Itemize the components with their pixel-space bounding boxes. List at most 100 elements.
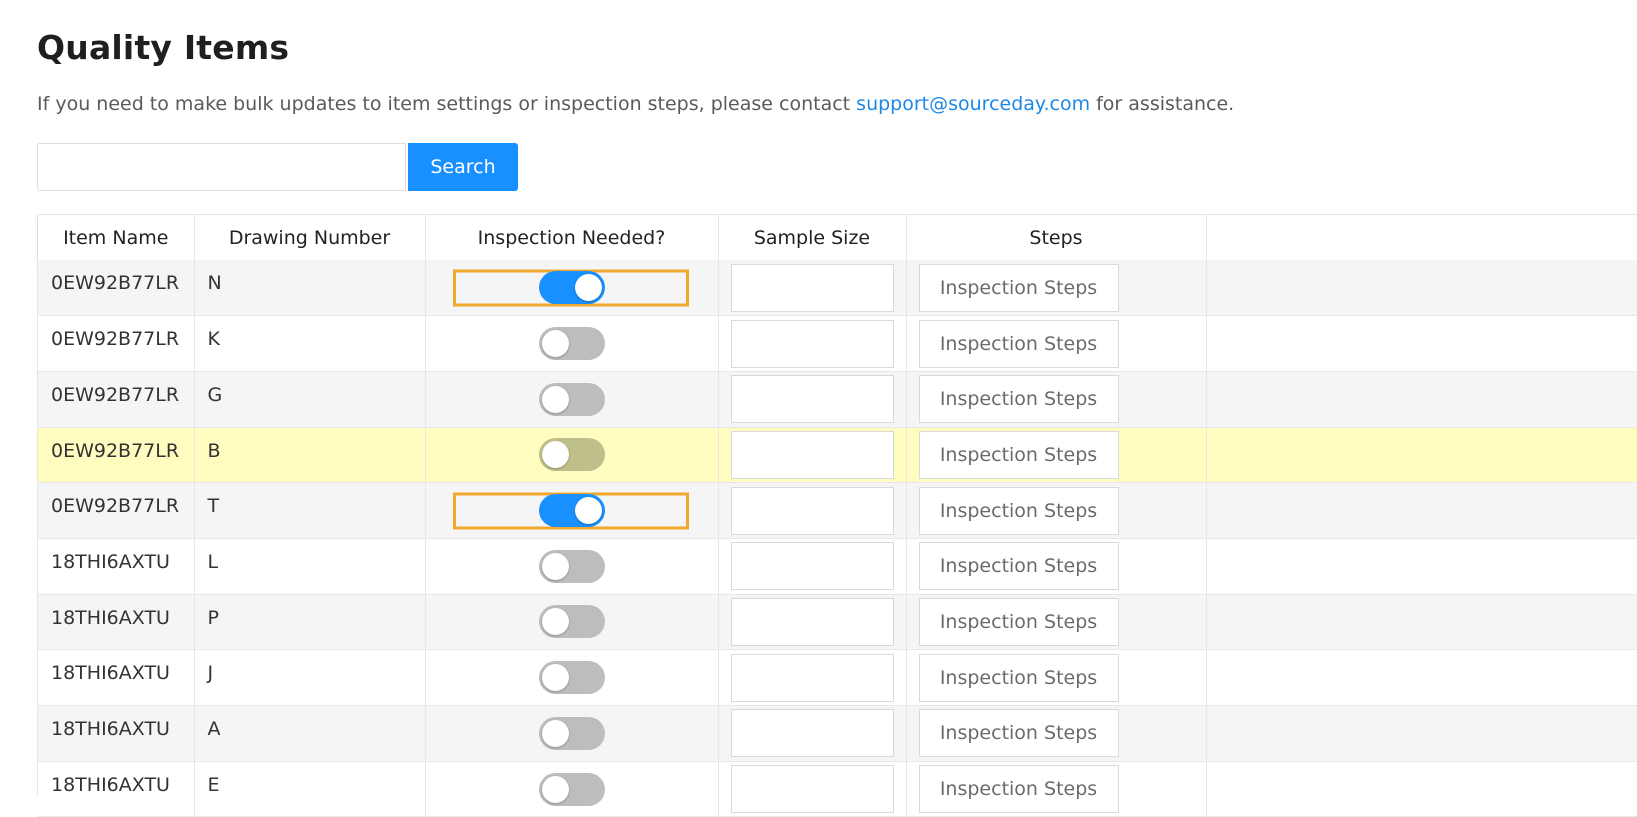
- inspection-needed-cell: [425, 427, 719, 483]
- sample-size-input[interactable]: [730, 375, 894, 424]
- inspection-needed-toggle[interactable]: [538, 271, 605, 305]
- inspection-needed-toggle[interactable]: [538, 549, 605, 583]
- sample-size-cell: [718, 705, 907, 762]
- sample-size-cell: [718, 427, 907, 483]
- inspection-steps-button[interactable]: Inspection Steps: [918, 319, 1119, 368]
- table-row: 0EW92B77LR G Inspection Steps: [38, 371, 1637, 428]
- table-row: 0EW92B77LR T Inspection Steps: [38, 482, 1637, 539]
- table-row: 18THI6AXTU P Inspection Steps: [38, 594, 1637, 650]
- inspection-needed-cell: [425, 482, 719, 539]
- inspection-steps-button[interactable]: Inspection Steps: [918, 430, 1119, 479]
- header-sample-size: Sample Size: [718, 215, 907, 260]
- inspection-needed-toggle[interactable]: [538, 772, 605, 806]
- spacer-cell: [1206, 594, 1637, 650]
- inspection-steps-button[interactable]: Inspection Steps: [918, 263, 1119, 312]
- item-name-cell: 0EW92B77LR: [38, 371, 195, 428]
- inspection-steps-button[interactable]: Inspection Steps: [918, 709, 1119, 758]
- quality-items-table: Item Name Drawing Number Inspection Need…: [37, 214, 1637, 817]
- steps-cell: Inspection Steps: [906, 315, 1207, 372]
- spacer-cell: [1206, 761, 1637, 817]
- search-input[interactable]: [37, 143, 406, 191]
- drawing-number-cell: P: [194, 594, 426, 650]
- spacer-cell: [1206, 427, 1637, 483]
- toggle-knob: [541, 664, 569, 692]
- table-row: 0EW92B77LR N Inspection Steps: [38, 260, 1637, 316]
- inspection-steps-button[interactable]: Inspection Steps: [918, 486, 1119, 535]
- table-row: 18THI6AXTU E Inspection Steps: [38, 761, 1637, 817]
- sample-size-input[interactable]: [730, 542, 894, 591]
- steps-cell: Inspection Steps: [906, 594, 1207, 650]
- toggle-knob: [541, 385, 569, 413]
- drawing-number-cell: G: [194, 371, 426, 428]
- sample-size-input[interactable]: [730, 653, 894, 702]
- drawing-number-cell: T: [194, 482, 426, 539]
- search-button[interactable]: Search: [408, 143, 518, 191]
- item-name-cell: 0EW92B77LR: [38, 260, 195, 316]
- header-spacer: [1206, 215, 1637, 260]
- header-drawing-number: Drawing Number: [194, 215, 426, 260]
- sample-size-input[interactable]: [730, 597, 894, 646]
- inspection-steps-button[interactable]: Inspection Steps: [918, 375, 1119, 424]
- inspection-needed-cell: [425, 538, 719, 595]
- sample-size-input[interactable]: [730, 319, 894, 368]
- steps-cell: Inspection Steps: [906, 761, 1207, 817]
- sample-size-cell: [718, 315, 907, 372]
- inspection-needed-toggle[interactable]: [538, 716, 605, 750]
- table-row: 18THI6AXTU L Inspection Steps: [38, 538, 1637, 595]
- sample-size-input[interactable]: [730, 709, 894, 758]
- drawing-number-cell: B: [194, 427, 426, 483]
- toggle-knob: [541, 552, 569, 580]
- steps-cell: Inspection Steps: [906, 260, 1207, 316]
- drawing-number-cell: K: [194, 315, 426, 372]
- sample-size-cell: [718, 260, 907, 316]
- sample-size-input[interactable]: [730, 430, 894, 479]
- spacer-cell: [1206, 706, 1637, 762]
- inspection-steps-button[interactable]: Inspection Steps: [918, 597, 1119, 646]
- sample-size-input[interactable]: [730, 765, 894, 814]
- item-name-cell: 18THI6AXTU: [38, 649, 195, 706]
- spacer-cell: [1206, 316, 1637, 372]
- inspection-steps-button[interactable]: Inspection Steps: [918, 765, 1119, 814]
- toggle-knob: [541, 608, 569, 636]
- toggle-knob: [541, 719, 569, 747]
- intro-text-after: for assistance.: [1090, 93, 1235, 115]
- intro-text: If you need to make bulk updates to item…: [37, 93, 1234, 115]
- sample-size-input[interactable]: [730, 263, 894, 312]
- page-title: Quality Items: [37, 28, 290, 67]
- item-name-cell: 0EW92B77LR: [38, 482, 195, 539]
- inspection-needed-toggle[interactable]: [538, 327, 605, 361]
- toggle-knob: [541, 330, 569, 358]
- inspection-needed-cell: [425, 705, 719, 762]
- inspection-steps-button[interactable]: Inspection Steps: [918, 542, 1119, 591]
- steps-cell: Inspection Steps: [906, 649, 1207, 706]
- steps-cell: Inspection Steps: [906, 371, 1207, 428]
- item-name-cell: 18THI6AXTU: [38, 538, 195, 595]
- inspection-needed-toggle[interactable]: [538, 605, 605, 639]
- item-name-cell: 18THI6AXTU: [38, 594, 195, 650]
- table-header-row: Item Name Drawing Number Inspection Need…: [38, 215, 1637, 260]
- inspection-steps-button[interactable]: Inspection Steps: [918, 653, 1119, 702]
- inspection-needed-toggle[interactable]: [538, 382, 605, 416]
- spacer-cell: [1206, 538, 1637, 594]
- drawing-number-cell: N: [194, 260, 426, 316]
- sample-size-cell: [718, 482, 907, 539]
- header-inspection-needed: Inspection Needed?: [425, 215, 719, 260]
- inspection-needed-toggle[interactable]: [538, 494, 605, 528]
- steps-cell: Inspection Steps: [906, 482, 1207, 539]
- intro-text-before: If you need to make bulk updates to item…: [37, 93, 857, 115]
- table-row: 18THI6AXTU A Inspection Steps: [38, 705, 1637, 762]
- sample-size-cell: [718, 371, 907, 428]
- spacer-cell: [1206, 260, 1637, 316]
- header-item-name: Item Name: [38, 215, 195, 260]
- toggle-knob: [541, 775, 569, 803]
- toggle-knob: [541, 441, 569, 469]
- inspection-needed-toggle[interactable]: [538, 438, 605, 472]
- sample-size-input[interactable]: [730, 486, 894, 535]
- inspection-needed-toggle[interactable]: [538, 661, 605, 695]
- drawing-number-cell: L: [194, 538, 426, 595]
- support-email-link[interactable]: support@sourceday.com: [856, 93, 1090, 115]
- inspection-needed-cell: [425, 315, 719, 372]
- table-row: 0EW92B77LR K Inspection Steps: [38, 315, 1637, 372]
- item-name-cell: 0EW92B77LR: [38, 315, 195, 372]
- table-row: 0EW92B77LR B Inspection Steps: [38, 427, 1637, 483]
